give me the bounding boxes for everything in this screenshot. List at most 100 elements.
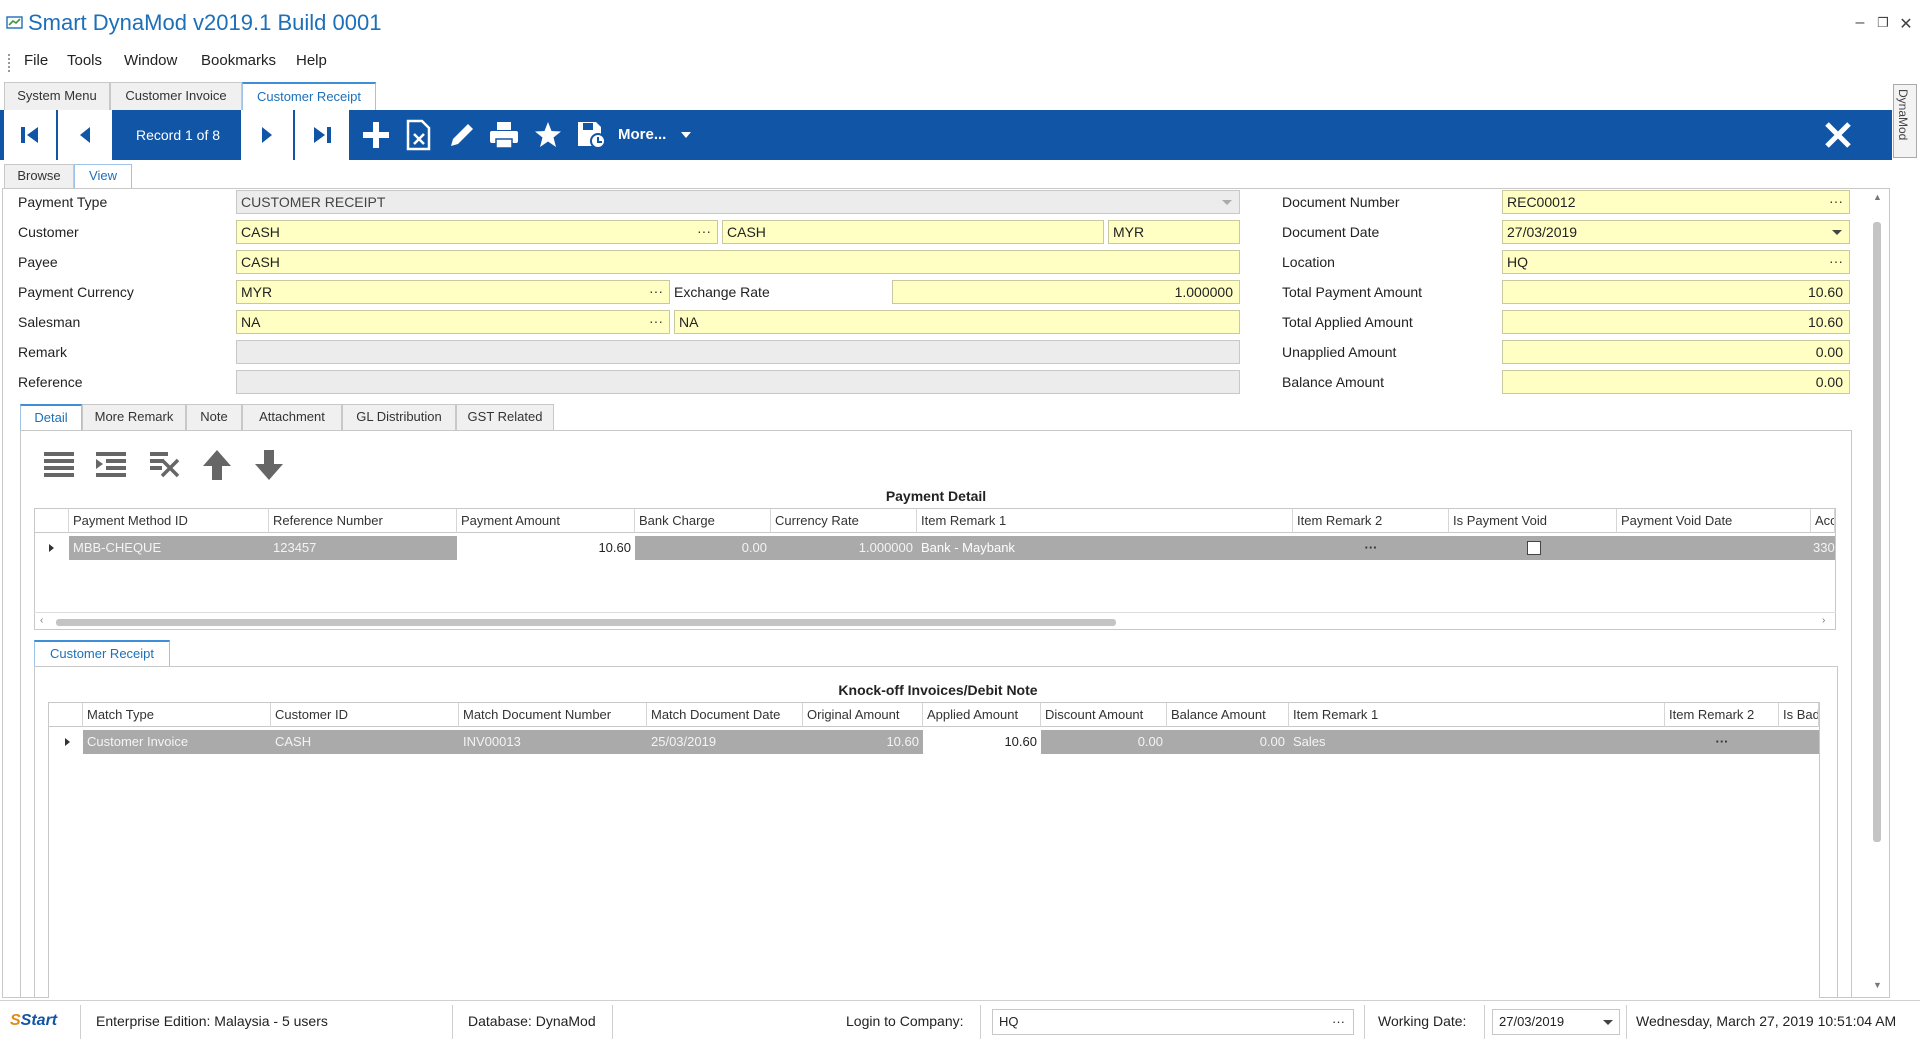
cell-customer-id[interactable]: CASH (271, 730, 459, 754)
exchange-rate-field[interactable]: 1.000000 (892, 280, 1240, 304)
payment-currency-field[interactable]: MYR ··· (236, 280, 670, 304)
tab-attachment[interactable]: Attachment (242, 404, 342, 430)
move-up-icon[interactable] (200, 448, 234, 482)
col-balance-amount[interactable]: Balance Amount (1167, 703, 1289, 727)
cell-acc[interactable]: 330 (1811, 536, 1835, 560)
col-bank-charge[interactable]: Bank Charge (635, 509, 771, 533)
cell-match-document-date[interactable]: 25/03/2019 (647, 730, 803, 754)
start-button[interactable]: SStart (10, 1012, 57, 1030)
cell-payment-amount[interactable]: 10.60 (457, 536, 635, 560)
print-button[interactable] (484, 110, 524, 160)
previous-record-button[interactable] (58, 110, 112, 160)
col-match-type[interactable]: Match Type (83, 703, 271, 727)
horizontal-scroll-thumb[interactable] (56, 619, 1116, 626)
scroll-up-icon[interactable]: ▲ (1873, 192, 1882, 202)
tab-customer-receipt[interactable]: Customer Receipt (242, 82, 376, 110)
table-row[interactable]: MBB-CHEQUE 123457 10.60 0.00 1.000000 Ba… (35, 536, 1835, 560)
document-number-field[interactable]: REC00012 ··· (1502, 190, 1850, 214)
ellipsis-icon[interactable]: ··· (649, 281, 663, 302)
company-field[interactable]: HQ ··· (992, 1009, 1354, 1035)
side-tab-dynamod[interactable]: DynaMod (1893, 84, 1917, 158)
tab-more-remark[interactable]: More Remark (82, 404, 186, 430)
ellipsis-icon[interactable]: ··· (1829, 191, 1843, 212)
customer-currency-field[interactable]: MYR (1108, 220, 1240, 244)
col-payment-void-date[interactable]: Payment Void Date (1617, 509, 1811, 533)
cell-payment-method-id[interactable]: MBB-CHEQUE (69, 536, 269, 560)
tab-view[interactable]: View (74, 164, 132, 188)
move-down-icon[interactable] (252, 448, 286, 482)
cell-currency-rate[interactable]: 1.000000 (771, 536, 917, 560)
close-window-button[interactable]: ✕ (1896, 14, 1916, 34)
scroll-left-icon[interactable]: ‹ (40, 615, 43, 626)
cell-bank-charge[interactable]: 0.00 (635, 536, 771, 560)
cell-payment-void-date[interactable] (1617, 536, 1811, 560)
cell-item-remark-2[interactable]: ··· (1293, 536, 1449, 560)
col-match-document-date[interactable]: Match Document Date (647, 703, 803, 727)
ellipsis-icon[interactable]: ··· (649, 311, 663, 332)
add-button[interactable] (356, 110, 396, 160)
vertical-scroll-thumb[interactable] (1873, 222, 1881, 842)
payment-void-checkbox[interactable] (1527, 541, 1541, 555)
col-acc[interactable]: Acc (1811, 509, 1835, 533)
tab-gl-distribution[interactable]: GL Distribution (342, 404, 456, 430)
col-is-bad[interactable]: Is Bad (1779, 703, 1819, 727)
ellipsis-icon[interactable]: ··· (1332, 1010, 1345, 1034)
cell-applied-amount[interactable]: 10.60 (923, 730, 1041, 754)
salesman-name-field[interactable]: NA (674, 310, 1240, 334)
tab-customer-receipt-sub[interactable]: Customer Receipt (34, 640, 170, 666)
restore-button[interactable]: ❐ (1873, 15, 1893, 31)
menu-bookmarks[interactable]: Bookmarks (201, 52, 276, 69)
cell-discount-amount[interactable]: 0.00 (1041, 730, 1167, 754)
horizontal-scrollbar[interactable]: ‹ › (34, 612, 1836, 630)
edit-button[interactable] (442, 110, 482, 160)
cell-item-remark-1[interactable]: Sales (1289, 730, 1665, 754)
payee-field[interactable]: CASH (236, 250, 1240, 274)
cell-item-remark-1[interactable]: Bank - Maybank (917, 536, 1293, 560)
cell-reference-number[interactable]: 123457 (269, 536, 457, 560)
chevron-down-icon[interactable] (1832, 230, 1842, 235)
cell-is-bad[interactable] (1779, 730, 1819, 754)
ellipsis-icon[interactable]: ··· (1829, 251, 1843, 272)
insert-row-icon[interactable] (94, 448, 128, 482)
first-record-button[interactable] (4, 110, 56, 160)
reference-field[interactable] (236, 370, 1240, 394)
save-button[interactable] (572, 110, 612, 160)
tab-system-menu[interactable]: System Menu (4, 82, 110, 110)
cell-original-amount[interactable]: 10.60 (803, 730, 923, 754)
scroll-right-icon[interactable]: › (1822, 615, 1825, 626)
col-discount-amount[interactable]: Discount Amount (1041, 703, 1167, 727)
vertical-scrollbar[interactable]: ▲ ▼ (1868, 190, 1886, 996)
document-date-field[interactable]: 27/03/2019 (1502, 220, 1850, 244)
tab-gst-related[interactable]: GST Related (456, 404, 554, 430)
working-date-field[interactable]: 27/03/2019 (1492, 1009, 1620, 1035)
delete-row-icon[interactable] (148, 448, 182, 482)
tab-browse[interactable]: Browse (4, 164, 74, 188)
cell-balance-amount[interactable]: 0.00 (1167, 730, 1289, 754)
next-record-button[interactable] (241, 110, 293, 160)
last-record-button[interactable] (295, 110, 349, 160)
tab-customer-invoice[interactable]: Customer Invoice (110, 82, 242, 110)
col-is-payment-void[interactable]: Is Payment Void (1449, 509, 1617, 533)
cell-match-document-number[interactable]: INV00013 (459, 730, 647, 754)
menu-file[interactable]: File (24, 52, 48, 69)
minimize-button[interactable]: – (1850, 14, 1870, 32)
location-field[interactable]: HQ ··· (1502, 250, 1850, 274)
cell-is-payment-void[interactable] (1449, 536, 1617, 560)
col-original-amount[interactable]: Original Amount (803, 703, 923, 727)
delete-button[interactable] (400, 110, 438, 160)
customer-code-field[interactable]: CASH ··· (236, 220, 718, 244)
menu-tools[interactable]: Tools (67, 52, 102, 69)
menu-help[interactable]: Help (296, 52, 327, 69)
close-form-button[interactable] (1818, 110, 1858, 160)
col-item-remark-1[interactable]: Item Remark 1 (1289, 703, 1665, 727)
more-menu-button[interactable]: More... (618, 110, 691, 160)
cell-item-remark-2[interactable]: ··· (1665, 730, 1779, 754)
customer-name-field[interactable]: CASH (722, 220, 1104, 244)
chevron-down-icon[interactable] (1603, 1020, 1613, 1025)
tab-note[interactable]: Note (186, 404, 242, 430)
col-applied-amount[interactable]: Applied Amount (923, 703, 1041, 727)
col-item-remark-1[interactable]: Item Remark 1 (917, 509, 1293, 533)
col-reference-number[interactable]: Reference Number (269, 509, 457, 533)
col-item-remark-2[interactable]: Item Remark 2 (1293, 509, 1449, 533)
col-currency-rate[interactable]: Currency Rate (771, 509, 917, 533)
